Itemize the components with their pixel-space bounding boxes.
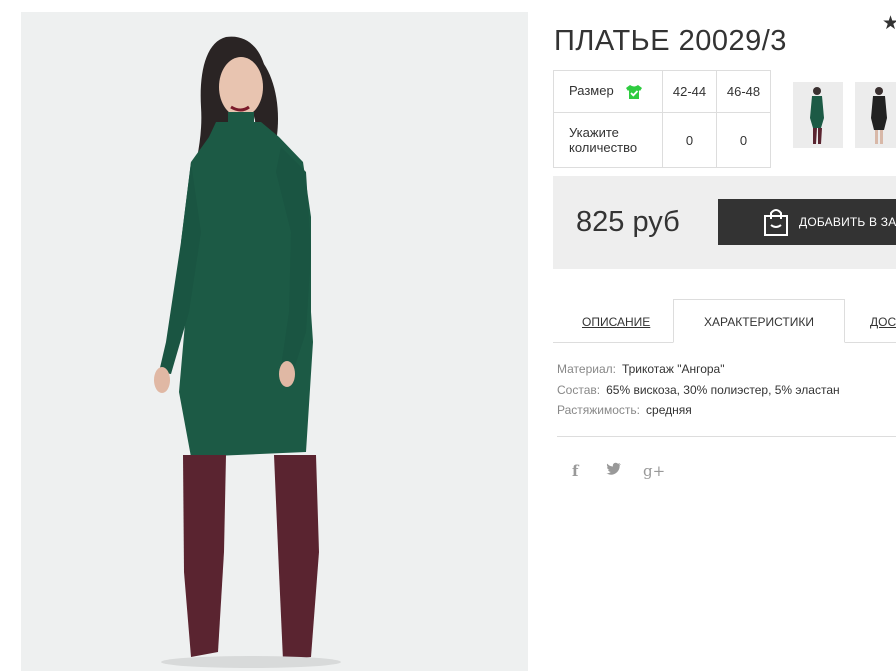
thumbnail-image [793,82,843,148]
spec-row: Материал: Трикотаж "Ангора" [557,362,724,376]
shirt-check-icon[interactable] [625,84,643,100]
thumbnail-black[interactable] [855,82,896,148]
thumbnail-green[interactable] [793,82,843,148]
quantity-row: Укажите количество 0 0 [553,112,771,168]
quantity-input[interactable]: 0 [662,112,717,168]
spec-value: 65% вискоза, 30% полиэстер, 5% эластан [606,383,840,397]
spec-row: Состав: 65% вискоза, 30% полиэстер, 5% эл… [557,383,840,397]
tab-delivery[interactable]: ДОС [870,315,896,329]
product-title: ПЛАТЬЕ 20029/3 [554,25,787,58]
price: 825 руб [576,206,680,238]
facebook-icon[interactable]: f [572,462,578,480]
thumbnail-image [855,82,896,148]
size-row: Размер 42-44 46-48 [553,70,771,113]
quantity-input[interactable]: 0 [716,112,771,168]
quantity-label: Укажите количество [553,112,663,168]
size-option: 46-48 [716,70,771,113]
size-quantity-table: Размер 42-44 46-48 Укажите количество 0 … [553,70,771,168]
twitter-bird-icon [606,462,621,475]
spec-row: Растяжимость: средняя [557,403,692,417]
divider [557,436,896,437]
add-to-cart-label: ДОБАВИТЬ В ЗА [799,215,896,229]
tab-characteristics[interactable]: ХАРАКТЕРИСТИКИ [704,315,814,329]
size-option: 42-44 [662,70,717,113]
product-main-image[interactable] [21,12,528,671]
spec-key: Материал: [557,362,616,376]
spec-key: Растяжимость: [557,403,641,417]
add-to-cart-button[interactable]: ДОБАВИТЬ В ЗА [718,199,896,245]
google-plus-icon[interactable]: g+ [643,462,665,480]
spec-key: Состав: [557,383,601,397]
size-label: Размер [569,83,614,99]
spec-value: средняя [646,403,692,417]
star-icon[interactable]: ★ [882,12,896,35]
twitter-icon[interactable] [606,462,622,480]
spec-value: Трикотаж "Ангора" [621,362,725,376]
size-label-cell: Размер [553,70,663,113]
purchase-box: 825 руб ДОБАВИТЬ В ЗА [553,176,896,269]
shopping-bag-icon [764,209,788,236]
tab-description[interactable]: ОПИСАНИЕ [582,315,650,329]
model-illustration [21,12,528,671]
